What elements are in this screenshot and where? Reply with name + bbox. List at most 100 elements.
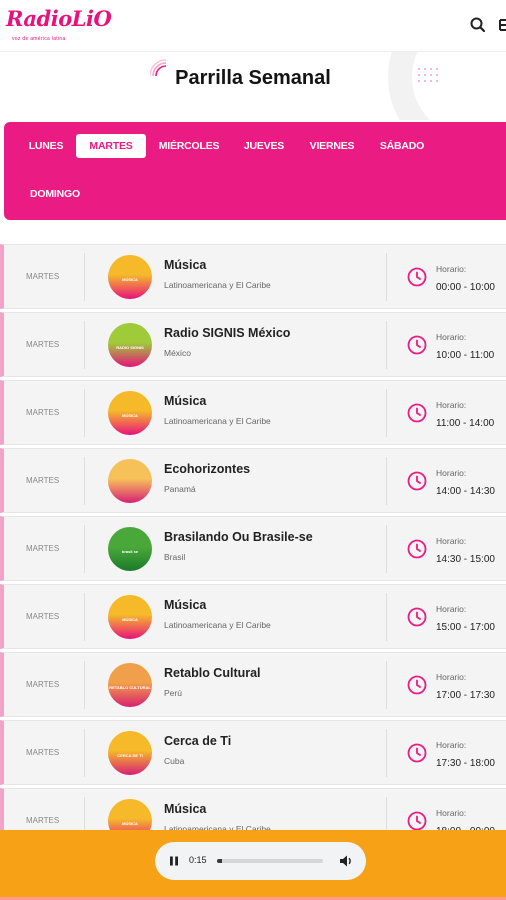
pause-icon[interactable]: [167, 854, 181, 868]
thumbnail-label: MÚSICA: [122, 277, 138, 282]
divider: [84, 661, 85, 709]
schedule-label: Horario:: [436, 332, 467, 342]
clock-icon: [407, 607, 427, 627]
schedule-label: Horario:: [436, 468, 467, 478]
program-subtitle: Cuba: [164, 756, 185, 766]
divider: [386, 389, 387, 437]
tab-sabado[interactable]: SÁBADO: [372, 134, 432, 158]
schedule-time: 17:30 - 18:00: [436, 758, 495, 769]
schedule-row[interactable]: MARTES RETABLO CULTURAL Retablo Cultural Pe…: [0, 652, 506, 717]
program-name[interactable]: Música: [164, 258, 206, 272]
clock-icon: [407, 539, 427, 559]
volume-icon[interactable]: [338, 853, 354, 869]
top-bar: RadioLiO voz de américa latina: [0, 0, 506, 52]
clock-icon: [407, 471, 427, 491]
clock-icon: [407, 403, 427, 423]
schedule-time: 00:00 - 10:00: [436, 282, 495, 293]
row-day: MARTES: [26, 272, 60, 281]
schedule-time: 14:00 - 14:30: [436, 486, 495, 497]
program-subtitle: Latinoamericana y El Caribe: [164, 416, 271, 426]
page-header: Parrilla Semanal: [0, 52, 506, 120]
schedule-label: Horario:: [436, 604, 467, 614]
tab-domingo[interactable]: DOMINGO: [20, 182, 90, 206]
thumbnail-label: CERCA DE TI: [117, 753, 143, 758]
row-day: MARTES: [26, 544, 60, 553]
progress-bar[interactable]: [217, 859, 323, 863]
schedule-time: 15:00 - 17:00: [436, 622, 495, 633]
schedule-label: Horario:: [436, 536, 467, 546]
program-subtitle: Brasil: [164, 552, 186, 562]
divider: [386, 661, 387, 709]
divider: [84, 321, 85, 369]
schedule-row[interactable]: MARTES MÚSICA Música Latinoamericana y El C…: [0, 380, 506, 445]
row-day: MARTES: [26, 816, 60, 825]
schedule-row[interactable]: MARTES brasil se Brasilando Ou Brasile-se B…: [0, 516, 506, 581]
thumbnail-label: RETABLO CULTURAL: [109, 685, 151, 690]
program-thumbnail: [108, 459, 152, 503]
divider: [386, 457, 387, 505]
page-title: Parrilla Semanal: [175, 67, 331, 89]
schedule-row[interactable]: MARTES Ecohorizontes Panamá Horario: 14:00 -…: [0, 448, 506, 513]
row-day: MARTES: [26, 680, 60, 689]
logo[interactable]: RadioLiO voz de américa latina: [6, 6, 112, 48]
divider: [84, 593, 85, 641]
logo-text: RadioLiO: [6, 6, 112, 31]
program-subtitle: Perú: [164, 688, 182, 698]
divider: [386, 253, 387, 301]
logo-subtitle: voz de américa latina: [12, 36, 66, 42]
tab-jueves[interactable]: JUEVES: [236, 134, 292, 158]
row-day: MARTES: [26, 612, 60, 621]
divider: [84, 389, 85, 437]
program-name[interactable]: Música: [164, 598, 206, 612]
divider: [84, 253, 85, 301]
progress-fill: [217, 859, 223, 863]
row-day: MARTES: [26, 340, 60, 349]
program-name[interactable]: Música: [164, 802, 206, 816]
clock-icon: [407, 743, 427, 763]
thumbnail-label: MÚSICA: [122, 413, 138, 418]
program-subtitle: Panamá: [164, 484, 196, 494]
schedule-row[interactable]: MARTES MÚSICA Música Latinoamericana y El C…: [0, 584, 506, 649]
program-name[interactable]: Música: [164, 394, 206, 408]
schedule-row[interactable]: MARTES RADIO SIGNIS Radio SIGNIS México Méx…: [0, 312, 506, 377]
schedule-label: Horario:: [436, 264, 467, 274]
schedule-row[interactable]: MARTES CERCA DE TI Cerca de Ti Cuba Horario:…: [0, 720, 506, 785]
program-name[interactable]: Ecohorizontes: [164, 462, 250, 476]
player-bar: 0:15: [0, 830, 506, 900]
divider: [84, 525, 85, 573]
program-subtitle: Latinoamericana y El Caribe: [164, 620, 271, 630]
menu-icon[interactable]: [496, 15, 506, 35]
thumbnail-label: MÚSICA: [122, 617, 138, 622]
search-icon[interactable]: [468, 15, 488, 35]
program-name[interactable]: Retablo Cultural: [164, 666, 261, 680]
schedule-label: Horario:: [436, 740, 467, 750]
tab-lunes[interactable]: LUNES: [20, 134, 72, 158]
program-name[interactable]: Radio SIGNIS México: [164, 326, 290, 340]
clock-icon: [407, 811, 427, 831]
thumbnail-label: MÚSICA: [122, 821, 138, 826]
clock-icon: [407, 267, 427, 287]
program-name[interactable]: Cerca de Ti: [164, 734, 231, 748]
program-thumbnail: MÚSICA: [108, 255, 152, 299]
clock-icon: [407, 675, 427, 695]
tab-martes[interactable]: MARTES: [76, 134, 146, 158]
tab-miercoles[interactable]: MIÉRCOLES: [154, 134, 224, 158]
divider: [386, 321, 387, 369]
program-thumbnail: RADIO SIGNIS: [108, 323, 152, 367]
schedule-time: 14:30 - 15:00: [436, 554, 495, 565]
program-thumbnail: MÚSICA: [108, 391, 152, 435]
divider: [386, 593, 387, 641]
day-tabs: LUNES MARTES MIÉRCOLES JUEVES VIERNES SÁ…: [4, 122, 506, 220]
program-subtitle: Latinoamericana y El Caribe: [164, 280, 271, 290]
program-thumbnail: CERCA DE TI: [108, 731, 152, 775]
program-name[interactable]: Brasilando Ou Brasile-se: [164, 530, 313, 544]
schedule-label: Horario:: [436, 672, 467, 682]
row-day: MARTES: [26, 476, 60, 485]
clock-icon: [407, 335, 427, 355]
schedule-row[interactable]: MARTES MÚSICA Música Latinoamericana y El C…: [0, 244, 506, 309]
schedule-label: Horario:: [436, 400, 467, 410]
row-day: MARTES: [26, 748, 60, 757]
program-thumbnail: brasil se: [108, 527, 152, 571]
thumbnail-label: RADIO SIGNIS: [116, 345, 144, 350]
tab-viernes[interactable]: VIERNES: [302, 134, 362, 158]
